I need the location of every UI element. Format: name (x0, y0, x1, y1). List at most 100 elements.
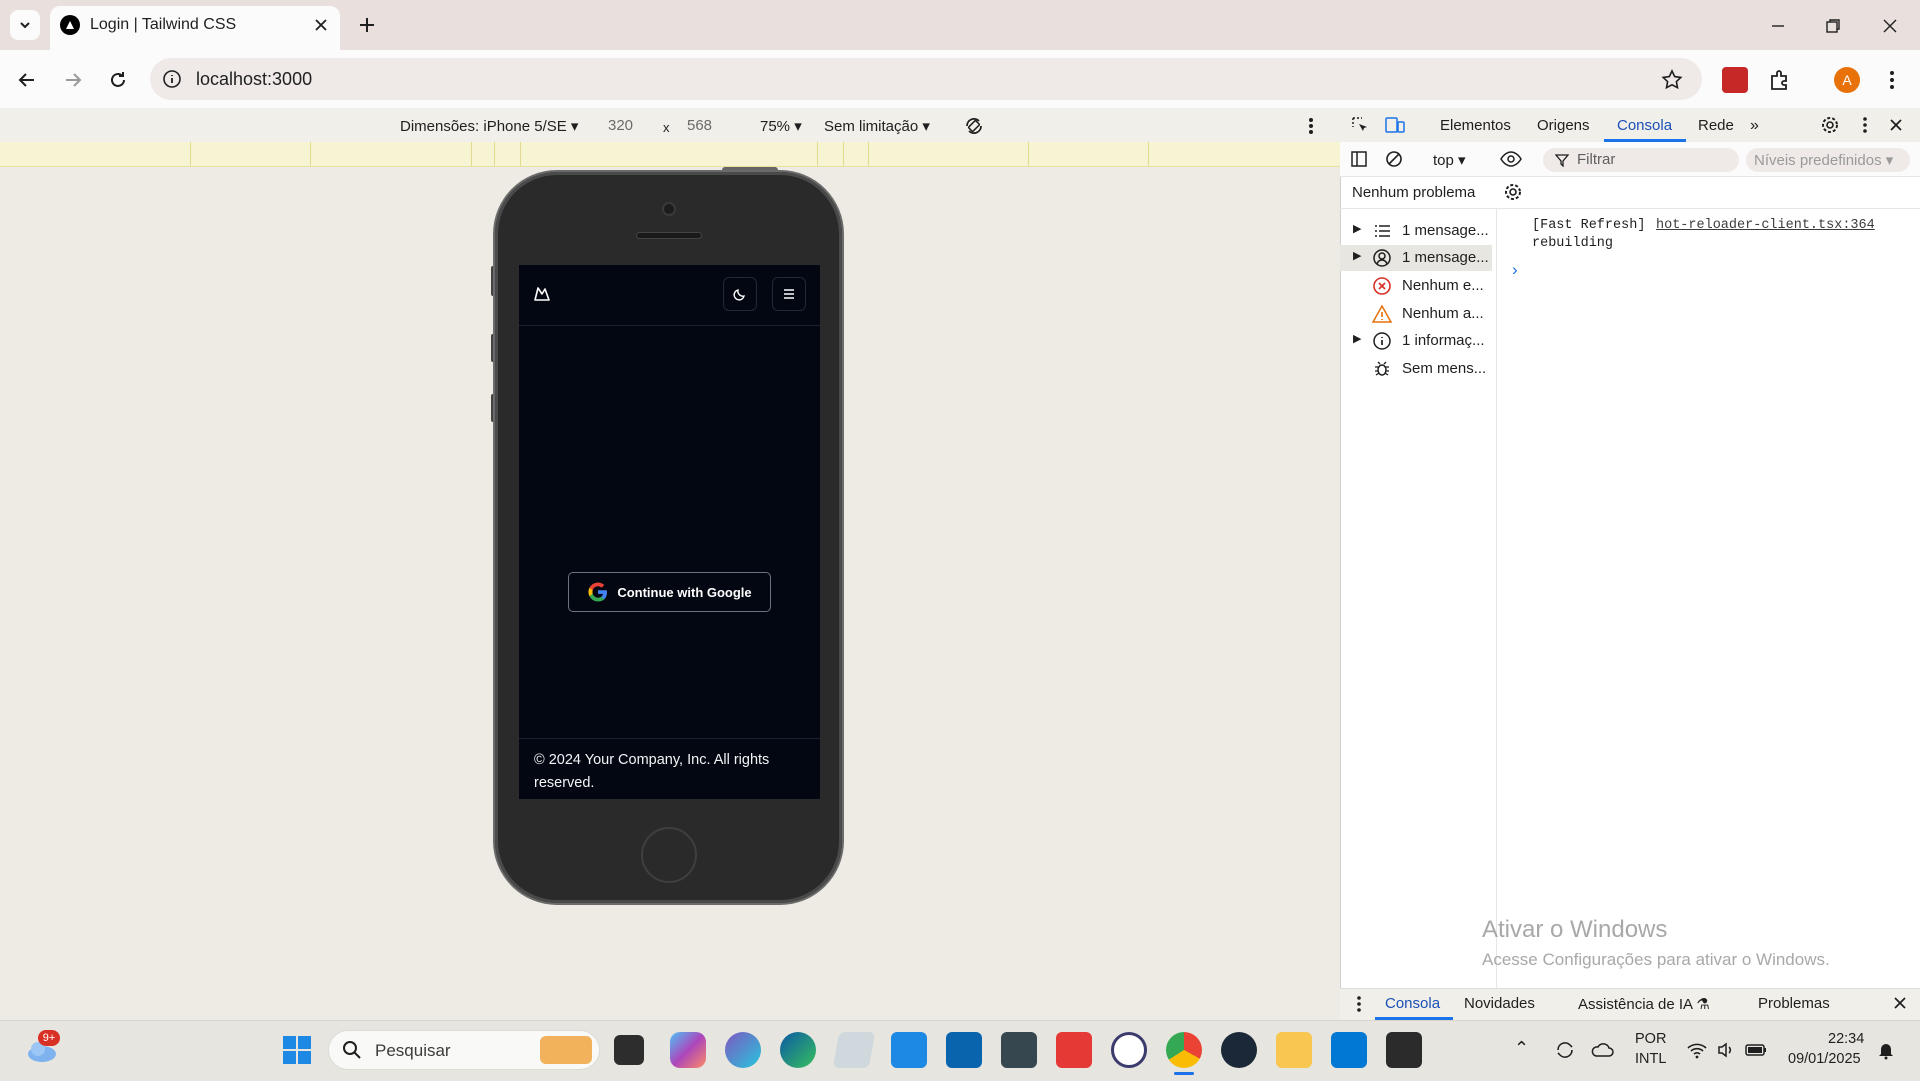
console-log-message: rebuilding (1532, 236, 1614, 251)
console-prompt-icon[interactable]: › (1512, 260, 1518, 280)
reload-icon (111, 72, 125, 87)
tab-origens[interactable]: Origens (1537, 117, 1590, 134)
drawer-tab-ai-assistance[interactable]: Assistência de IA ⚗ (1578, 995, 1710, 1013)
tab-consola[interactable]: Consola (1617, 117, 1672, 134)
ruler-tick (190, 142, 191, 166)
task-view-icon[interactable] (614, 1035, 644, 1065)
reload-button[interactable] (105, 67, 131, 93)
copilot-icon[interactable] (670, 1032, 706, 1068)
chevron-down-icon (20, 22, 30, 29)
microsoft-store-icon[interactable] (891, 1032, 927, 1068)
console-source-link[interactable]: hot-reloader-client.tsx:364 (1656, 218, 1875, 233)
devtools-settings-icon[interactable] (1820, 115, 1840, 135)
tor-icon[interactable] (1111, 1032, 1147, 1068)
device-more-icon[interactable] (1306, 114, 1316, 138)
back-button[interactable] (14, 67, 40, 93)
drawer-menu-icon[interactable] (1355, 994, 1363, 1014)
ai-assistance-label: Assistência de IA (1578, 996, 1693, 1013)
steam-icon[interactable] (1221, 1032, 1257, 1068)
show-hidden-icons[interactable]: ⌃ (1514, 1038, 1529, 1059)
drawer-tab-problemas[interactable]: Problemas (1758, 995, 1830, 1012)
context-select[interactable]: top ▾ (1433, 151, 1466, 169)
battery-icon[interactable] (1745, 1041, 1767, 1059)
wifi-icon[interactable] (1686, 1040, 1708, 1060)
live-expression-eye-icon[interactable] (1499, 150, 1523, 168)
sidebar-item-messages[interactable]: ▶ 1 mensage... (1340, 218, 1496, 244)
close-drawer-icon[interactable] (1892, 995, 1908, 1011)
tab-title: Login | Tailwind CSS (90, 16, 237, 33)
clock-date[interactable]: 09/01/2025 (1788, 1051, 1861, 1067)
inspect-element-icon[interactable] (1350, 115, 1370, 135)
zoom-select[interactable]: 75% ▾ (760, 117, 802, 135)
extension-icon[interactable] (1722, 67, 1748, 93)
sidebar-item-errors[interactable]: Nenhum e... (1340, 273, 1496, 299)
start-button-icon[interactable] (282, 1035, 312, 1065)
bookmark-star-icon[interactable] (1660, 68, 1684, 92)
new-tab-button[interactable] (355, 13, 379, 37)
console-settings-icon[interactable] (1503, 182, 1523, 202)
filter-placeholder: Filtrar (1577, 151, 1616, 168)
continue-with-google-button[interactable]: Continue with Google (568, 572, 771, 612)
restore-button[interactable] (1821, 14, 1845, 38)
device-width-input[interactable]: 320 (608, 117, 633, 134)
console-filter-input[interactable] (1543, 148, 1739, 172)
close-devtools-icon[interactable] (1887, 116, 1905, 134)
extensions-puzzle-icon[interactable] (1767, 67, 1793, 93)
tab-search-button[interactable] (10, 10, 40, 40)
game-app-icon[interactable] (1001, 1032, 1037, 1068)
minimize-button[interactable] (1766, 14, 1790, 38)
clock-time[interactable]: 22:34 (1828, 1031, 1864, 1047)
device-mode-icon[interactable] (1384, 115, 1406, 135)
ruler-tick (520, 142, 521, 166)
git-app-icon[interactable] (1056, 1032, 1092, 1068)
language-bottom[interactable]: INTL (1635, 1051, 1666, 1067)
browser-menu-icon[interactable] (1886, 67, 1898, 93)
terminal-icon[interactable] (1386, 1032, 1422, 1068)
site-info-icon[interactable] (162, 69, 182, 89)
url-text[interactable]: localhost:3000 (196, 69, 312, 90)
outlook-icon[interactable] (946, 1032, 982, 1068)
assistant-app-icon[interactable] (725, 1032, 761, 1068)
throttle-select[interactable]: Sem limitação ▾ (824, 117, 930, 135)
sync-icon[interactable] (1553, 1038, 1577, 1062)
sidebar-item-info[interactable]: ▶ 1 informaç... (1340, 328, 1496, 354)
volume-icon[interactable] (1716, 1040, 1736, 1060)
rotate-icon[interactable] (962, 114, 986, 138)
menu-button[interactable] (772, 277, 806, 311)
theme-toggle-button[interactable] (723, 277, 757, 311)
sidebar-item-label: 1 informaç... (1402, 332, 1485, 349)
clear-console-icon[interactable] (1385, 150, 1403, 168)
close-window-button[interactable] (1878, 14, 1902, 38)
filter-icon (1555, 153, 1569, 167)
notifications-bell-icon[interactable] (1876, 1040, 1896, 1060)
edge-icon[interactable] (780, 1032, 816, 1068)
more-tabs-icon[interactable]: » (1750, 117, 1759, 135)
moon-icon (733, 289, 745, 301)
close-tab-icon[interactable] (311, 15, 331, 35)
language-top[interactable]: POR (1635, 1031, 1666, 1047)
file-viewer-icon[interactable] (832, 1032, 876, 1068)
vscode-icon[interactable] (1331, 1032, 1367, 1068)
drawer-tab-consola[interactable]: Consola (1385, 995, 1440, 1012)
media-query-ruler[interactable] (0, 142, 1340, 167)
issues-label[interactable]: Nenhum problema (1352, 184, 1475, 201)
chrome-icon[interactable] (1166, 1032, 1202, 1068)
forward-button[interactable] (60, 67, 86, 93)
devtools-more-icon[interactable] (1860, 115, 1870, 135)
tab-elementos[interactable]: Elementos (1440, 117, 1511, 134)
profile-avatar[interactable]: A (1834, 67, 1860, 93)
drawer-tab-novidades[interactable]: Novidades (1464, 995, 1535, 1012)
file-explorer-icon[interactable] (1276, 1032, 1312, 1068)
tab-rede[interactable]: Rede (1698, 117, 1734, 134)
sidebar-item-user-messages[interactable]: ▶ 1 mensage... (1340, 245, 1492, 271)
sidebar-toggle-icon[interactable] (1350, 150, 1368, 168)
address-bar[interactable] (150, 58, 1702, 100)
sidebar-item-verbose[interactable]: Sem mens... (1340, 356, 1496, 382)
onedrive-icon[interactable] (1590, 1040, 1614, 1060)
device-height-input[interactable]: 568 (687, 117, 712, 134)
issues-divider (1340, 208, 1920, 209)
warning-icon (1372, 304, 1392, 323)
device-dimensions-select[interactable]: Dimensões: iPhone 5/SE ▾ (400, 117, 578, 135)
app-logo-icon[interactable] (533, 285, 551, 303)
sidebar-item-warnings[interactable]: Nenhum a... (1340, 301, 1496, 327)
